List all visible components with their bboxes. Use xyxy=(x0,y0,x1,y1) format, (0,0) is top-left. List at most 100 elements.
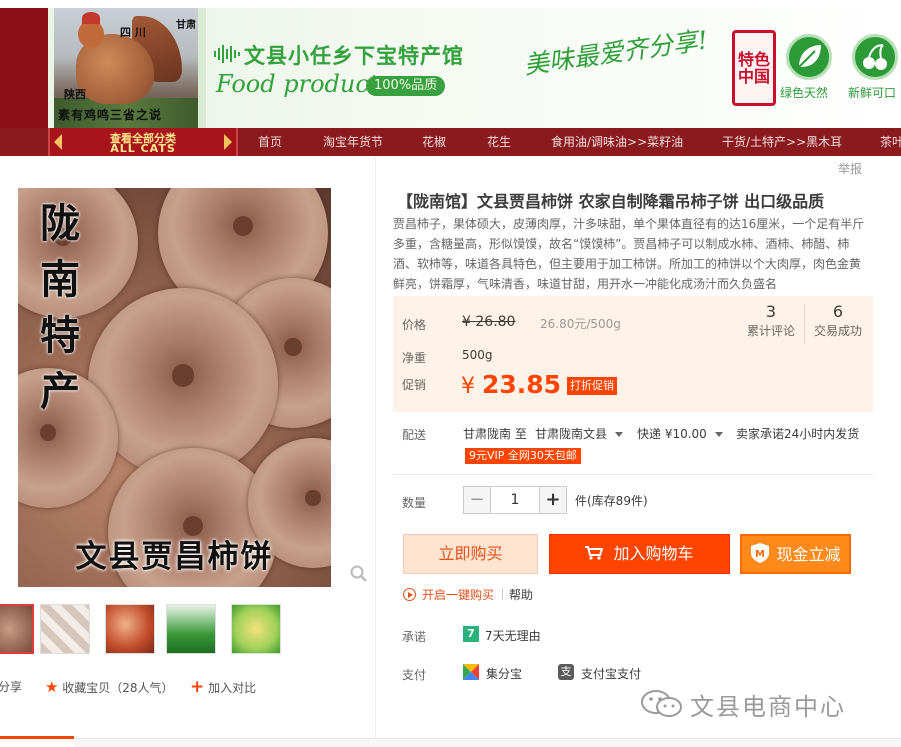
header-left-strip xyxy=(0,8,48,128)
cash-discount-button[interactable]: M 现金立减 xyxy=(740,534,851,574)
leaf-icon xyxy=(786,34,832,80)
seal-line-2: 中国 xyxy=(737,67,770,86)
panel-divider xyxy=(375,156,376,744)
nav-item-new-year[interactable]: 淘宝年货节 xyxy=(323,128,383,156)
zoom-icon[interactable] xyxy=(349,564,369,584)
image-bottom-caption: 文县贾昌柿饼 xyxy=(75,539,274,575)
cash-discount-label: 现金立减 xyxy=(776,545,841,564)
caption-char-3: 特 xyxy=(40,312,80,359)
nav-item-oil[interactable]: 食用油/调味油>>菜籽油 xyxy=(551,128,683,156)
china-specialty-seal: 特色 中国 xyxy=(732,30,776,106)
rooster-photo: 四 川 甘肃 陕西 素有鸡鸣三省之说 xyxy=(54,8,200,128)
shield-icon: M xyxy=(751,543,770,563)
reviews-stat[interactable]: 3 累计评论 xyxy=(738,302,804,339)
nav-item-tea[interactable]: 茶叶 xyxy=(880,128,901,156)
promise-label: 承诺 xyxy=(402,630,427,644)
shop-title: 文县小任乡下宝特产馆 xyxy=(244,44,464,68)
vip-free-shipping-tag[interactable]: 9元VIP 全网30天包邮 xyxy=(465,448,581,464)
shipping-label: 配送 xyxy=(402,428,427,442)
chevron-down-icon xyxy=(615,432,624,437)
ship-to-select[interactable]: 甘肃陇南文县 xyxy=(535,425,624,442)
sound-wave-icon xyxy=(214,45,240,63)
promo-currency: ¥ xyxy=(461,374,475,399)
add-to-cart-button[interactable]: 加入购物车 xyxy=(549,534,730,574)
original-price: ¥ 26.80 xyxy=(462,314,515,330)
ship-method-value: 快递 ¥10.00 xyxy=(637,427,707,441)
shop-slogan: 美味最爱齐分享! xyxy=(522,25,710,80)
chevron-down-icon xyxy=(714,432,723,437)
quantity-decrease-button[interactable]: − xyxy=(463,486,491,514)
natural-label: 绿色天然 xyxy=(780,86,829,100)
photo-caption-shaanxi: 陕西 xyxy=(64,88,86,101)
one-click-buy-link[interactable]: 开启一键购买 xyxy=(403,586,494,603)
wechat-icon xyxy=(641,690,682,717)
photo-caption-sichuan: 四 川 xyxy=(120,26,146,39)
nav-item-home[interactable]: 首页 xyxy=(258,128,282,156)
fresh-label: 新鲜可口 xyxy=(848,86,897,100)
nav-item-peanut[interactable]: 花生 xyxy=(487,128,511,156)
section-divider xyxy=(393,474,873,475)
svg-text:M: M xyxy=(756,549,766,560)
promo-price: 23.85 xyxy=(482,370,562,399)
product-title: 【陇南馆】文县贾昌柿饼 农家自制降霜吊柿子饼 出口级品质 xyxy=(397,192,825,211)
all-categories-button[interactable]: 查看全部分类 ALL CATS xyxy=(48,128,238,156)
shop-banner[interactable]: 四 川 甘肃 陕西 素有鸡鸣三省之说 文县小任乡下宝特产馆 Food produ… xyxy=(48,8,901,128)
cherry-icon xyxy=(852,34,898,80)
ship-method-select[interactable]: 快递 ¥10.00 xyxy=(637,425,723,442)
alipay-pay[interactable]: 支付宝支付 xyxy=(581,665,641,682)
cart-icon xyxy=(585,546,604,560)
thumbnail-2[interactable] xyxy=(40,604,90,654)
weight-label: 净重 xyxy=(402,351,427,365)
all-categories-en: ALL CATS xyxy=(110,142,176,155)
report-link[interactable]: 举报 xyxy=(838,160,862,177)
promo-tag: 打折促销 xyxy=(567,377,617,395)
seal-line-1: 特色 xyxy=(737,50,770,69)
ship-from: 甘肃陇南 至 xyxy=(463,427,527,441)
thumbnail-1[interactable] xyxy=(0,604,34,654)
favorite-label: 收藏宝贝（28人气） xyxy=(62,681,174,695)
jifenbao-pay[interactable]: 集分宝 xyxy=(486,665,522,682)
payment-label: 支付 xyxy=(402,668,427,682)
price-label: 价格 xyxy=(402,318,427,332)
compare-label: 加入对比 xyxy=(208,681,257,695)
play-circle-icon xyxy=(403,588,416,601)
compare-link[interactable]: + 加入对比 xyxy=(190,678,256,696)
quantity-label: 数量 xyxy=(402,496,427,510)
caption-char-4: 产 xyxy=(40,368,80,415)
buy-now-button[interactable]: 立即购买 xyxy=(403,534,538,574)
jifenbao-icon xyxy=(463,664,479,680)
bottom-section xyxy=(74,739,901,747)
seven-days-icon: 7 xyxy=(463,626,479,642)
photo-caption-slogan: 素有鸡鸣三省之说 xyxy=(58,108,163,122)
seven-days-return[interactable]: 7天无理由 xyxy=(485,627,541,644)
currency-symbol: ¥ xyxy=(462,314,471,330)
nav-item-dried-goods[interactable]: 干货/土特产>>黑木耳 xyxy=(722,128,842,156)
product-description: 贾昌柿子，果体硕大，皮薄肉厚，汁多味甜，单个果体直径有的达16厘米，一个足有半斤… xyxy=(393,217,865,291)
thumbnail-4[interactable] xyxy=(166,604,216,654)
star-icon: ★ xyxy=(45,678,59,696)
favorite-link[interactable]: ★ 收藏宝贝（28人气） xyxy=(45,678,174,696)
caption-char-2: 南 xyxy=(40,256,80,303)
price-per-unit: 26.80元/500g xyxy=(540,317,621,331)
share-link[interactable]: 分享 xyxy=(0,678,22,696)
thumbnail-5[interactable] xyxy=(231,604,281,654)
promo-label: 促销 xyxy=(402,378,427,392)
original-price-value: 26.80 xyxy=(475,314,516,330)
bottom-tab-indicator[interactable] xyxy=(0,736,74,739)
main-product-image[interactable]: 陇 南 特 产 文县贾昌柿饼 xyxy=(18,188,331,587)
reviews-count: 3 xyxy=(765,302,777,321)
reviews-label: 累计评论 xyxy=(746,324,795,338)
ship-to-value: 甘肃陇南文县 xyxy=(535,427,608,441)
quantity-increase-button[interactable]: + xyxy=(539,486,567,514)
one-click-label: 开启一键购买 xyxy=(422,588,495,602)
photo-caption-gansu: 甘肃 xyxy=(176,20,196,31)
thumbnail-3[interactable] xyxy=(105,604,155,654)
deals-label: 交易成功 xyxy=(813,324,862,338)
help-link[interactable]: 帮助 xyxy=(509,586,533,603)
quantity-input[interactable]: 1 xyxy=(490,486,540,514)
deals-stat[interactable]: 6 交易成功 xyxy=(805,302,871,339)
add-to-cart-label: 加入购物车 xyxy=(613,544,694,563)
nav-item-sichuan-pepper[interactable]: 花椒 xyxy=(422,128,446,156)
price-box: 价格 ¥ 26.80 26.80元/500g 净重 500g 促销 ¥ 23.8… xyxy=(393,296,873,412)
deals-count: 6 xyxy=(832,302,844,321)
